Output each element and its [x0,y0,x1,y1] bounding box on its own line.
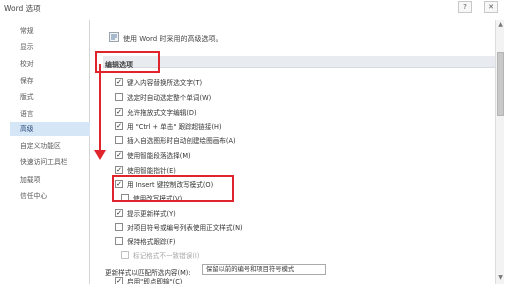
option-select-entire-word[interactable]: 选定时自动选定整个单词(W) [115,92,211,102]
page-description: 使用 Word 时采用的高级选项。 [123,35,223,43]
sidebar-item-layout[interactable]: 版式 [10,90,90,104]
sidebar-item-general[interactable]: 常规 [10,24,90,38]
option-normal-style-for-lists[interactable]: 对项目符号或编号列表使用正文样式(N) [115,222,243,232]
option-smart-cursoring[interactable]: ✓ 使用智能指针(E) [115,165,176,175]
sidebar-item-trust-center[interactable]: 信任中心 [10,189,90,203]
checkbox[interactable]: ✓ [115,78,123,86]
checkbox[interactable]: ✓ [115,122,123,130]
annotation-box-section [95,51,160,73]
title-bar: Word 选项 ? ✕ [0,0,506,16]
settings-icon [109,32,119,42]
option-keep-track-formatting[interactable]: 保持格式跟踪(F) [115,236,176,246]
section-header [103,56,499,68]
checkbox[interactable] [115,136,123,144]
help-button[interactable]: ? [458,1,472,13]
option-prompt-update-style[interactable]: ✓ 提示更新样式(Y) [115,208,176,218]
close-button[interactable]: ✕ [484,1,498,13]
sidebar-item-quick-access-toolbar[interactable]: 快速访问工具栏 [10,155,90,169]
option-mark-formatting-inconsistencies: 标记格式不一致错误(I) [121,250,199,260]
scroll-up-icon[interactable]: ▲ [497,21,504,29]
sidebar-item-language[interactable]: 语言 [10,107,90,121]
option-ctrl-click-hyperlink[interactable]: ✓ 用 "Ctrl + 单击" 跟踪超链接(H) [115,121,222,131]
checkbox[interactable]: ✓ [115,209,123,217]
vertical-scrollbar[interactable]: ▲ ▼ [495,20,504,284]
sidebar-item-proofing[interactable]: 校对 [10,57,90,71]
checkbox[interactable]: ✓ [115,151,123,159]
option-typing-replaces-selection[interactable]: ✓ 键入内容替换所选文字(T) [115,77,202,87]
option-click-and-type[interactable]: ✓ 启用"即点即输"(C) [115,276,182,284]
sidebar-item-advanced[interactable]: 高级 [10,122,90,136]
scroll-down-icon[interactable]: ▼ [497,274,504,282]
checkbox[interactable]: ✓ [115,108,123,116]
sidebar-item-display[interactable]: 显示 [10,40,90,54]
sidebar-item-save[interactable]: 保存 [10,74,90,88]
sidebar-item-addins[interactable]: 加载项 [10,173,90,187]
checkbox[interactable] [115,223,123,231]
option-smart-paragraph-selection[interactable]: ✓ 使用智能段落选择(M) [115,150,191,160]
scrollbar-thumb[interactable] [497,52,504,116]
window-title: Word 选项 [4,4,41,13]
option-drag-and-drop[interactable]: ✓ 允许拖放式文字编辑(D) [115,107,197,117]
checkbox[interactable] [115,237,123,245]
sidebar-item-customize-ribbon[interactable]: 自定义功能区 [10,139,90,153]
checkbox[interactable] [115,93,123,101]
option-auto-drawing-canvas[interactable]: 插入自选图形时自动创建绘图画布(A) [115,135,236,145]
checkbox [121,251,129,259]
update-style-select[interactable]: 保留以前的编号和项目符号模式 [202,264,326,275]
checkbox[interactable]: ✓ [115,166,123,174]
sidebar: 常规 显示 校对 保存 版式 语言 高级 自定义功能区 快速访问工具栏 加载项 … [10,20,90,284]
annotation-box-insert-key [112,175,234,202]
checkbox[interactable]: ✓ [115,277,123,284]
